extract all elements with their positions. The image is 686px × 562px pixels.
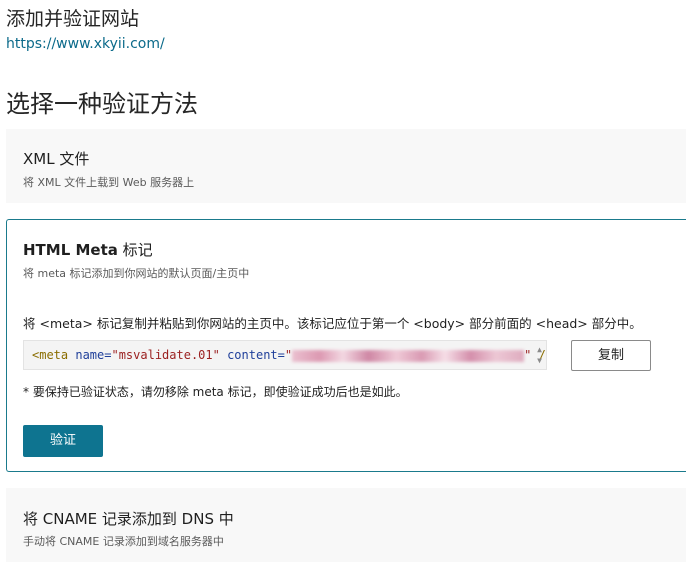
meta-keep-note: * 要保持已验证状态，请勿移除 meta 标记，即使验证成功后也是如此。 bbox=[23, 385, 408, 399]
meta-tag-code-field[interactable]: <meta name="msvalidate.01" content="" />… bbox=[23, 340, 547, 370]
method-xml-desc: 将 XML 文件上载到 Web 服务器上 bbox=[23, 176, 195, 189]
code-name-value: "msvalidate.01" bbox=[111, 348, 220, 362]
method-meta-title: HTML Meta 标记 bbox=[23, 239, 153, 260]
spinner-up-icon[interactable]: ▲ bbox=[537, 344, 542, 355]
code-content-quote-open: " bbox=[284, 348, 293, 362]
site-url-link[interactable]: https://www.xkyii.com/ bbox=[6, 36, 165, 52]
page-title: 添加并验证网站 bbox=[6, 8, 140, 30]
code-tag-open: <meta bbox=[32, 348, 69, 362]
copy-button[interactable]: 复制 bbox=[571, 340, 651, 371]
code-field-spinner[interactable]: ▲ ▼ bbox=[537, 344, 542, 366]
spinner-down-icon[interactable]: ▼ bbox=[537, 355, 542, 366]
method-meta-title-light: 标记 bbox=[117, 241, 153, 259]
redacted-content-value bbox=[292, 349, 525, 362]
method-cname-record[interactable]: 将 CNAME 记录添加到 DNS 中 手动将 CNAME 记录添加到域名服务器… bbox=[6, 488, 686, 562]
method-xml-file[interactable]: XML 文件 将 XML 文件上载到 Web 服务器上 bbox=[6, 129, 686, 203]
code-attr-name: name= bbox=[68, 348, 112, 362]
method-meta-desc: 将 meta 标记添加到你网站的默认页面/主页中 bbox=[23, 267, 250, 280]
method-cname-title: 将 CNAME 记录添加到 DNS 中 bbox=[23, 510, 234, 528]
verify-button[interactable]: 验证 bbox=[23, 425, 103, 457]
code-attr-content: content= bbox=[219, 348, 285, 362]
meta-instruction: 将 <meta> 标记复制并粘贴到你网站的主页中。该标记应位于第一个 <body… bbox=[23, 316, 642, 331]
method-html-meta[interactable]: HTML Meta 标记 将 meta 标记添加到你网站的默认页面/主页中 将 … bbox=[6, 219, 686, 472]
method-meta-title-bold: HTML Meta bbox=[23, 241, 118, 259]
section-title: 选择一种验证方法 bbox=[6, 90, 198, 118]
method-cname-desc: 手动将 CNAME 记录添加到域名服务器中 bbox=[23, 535, 224, 548]
method-xml-title: XML 文件 bbox=[23, 150, 90, 168]
